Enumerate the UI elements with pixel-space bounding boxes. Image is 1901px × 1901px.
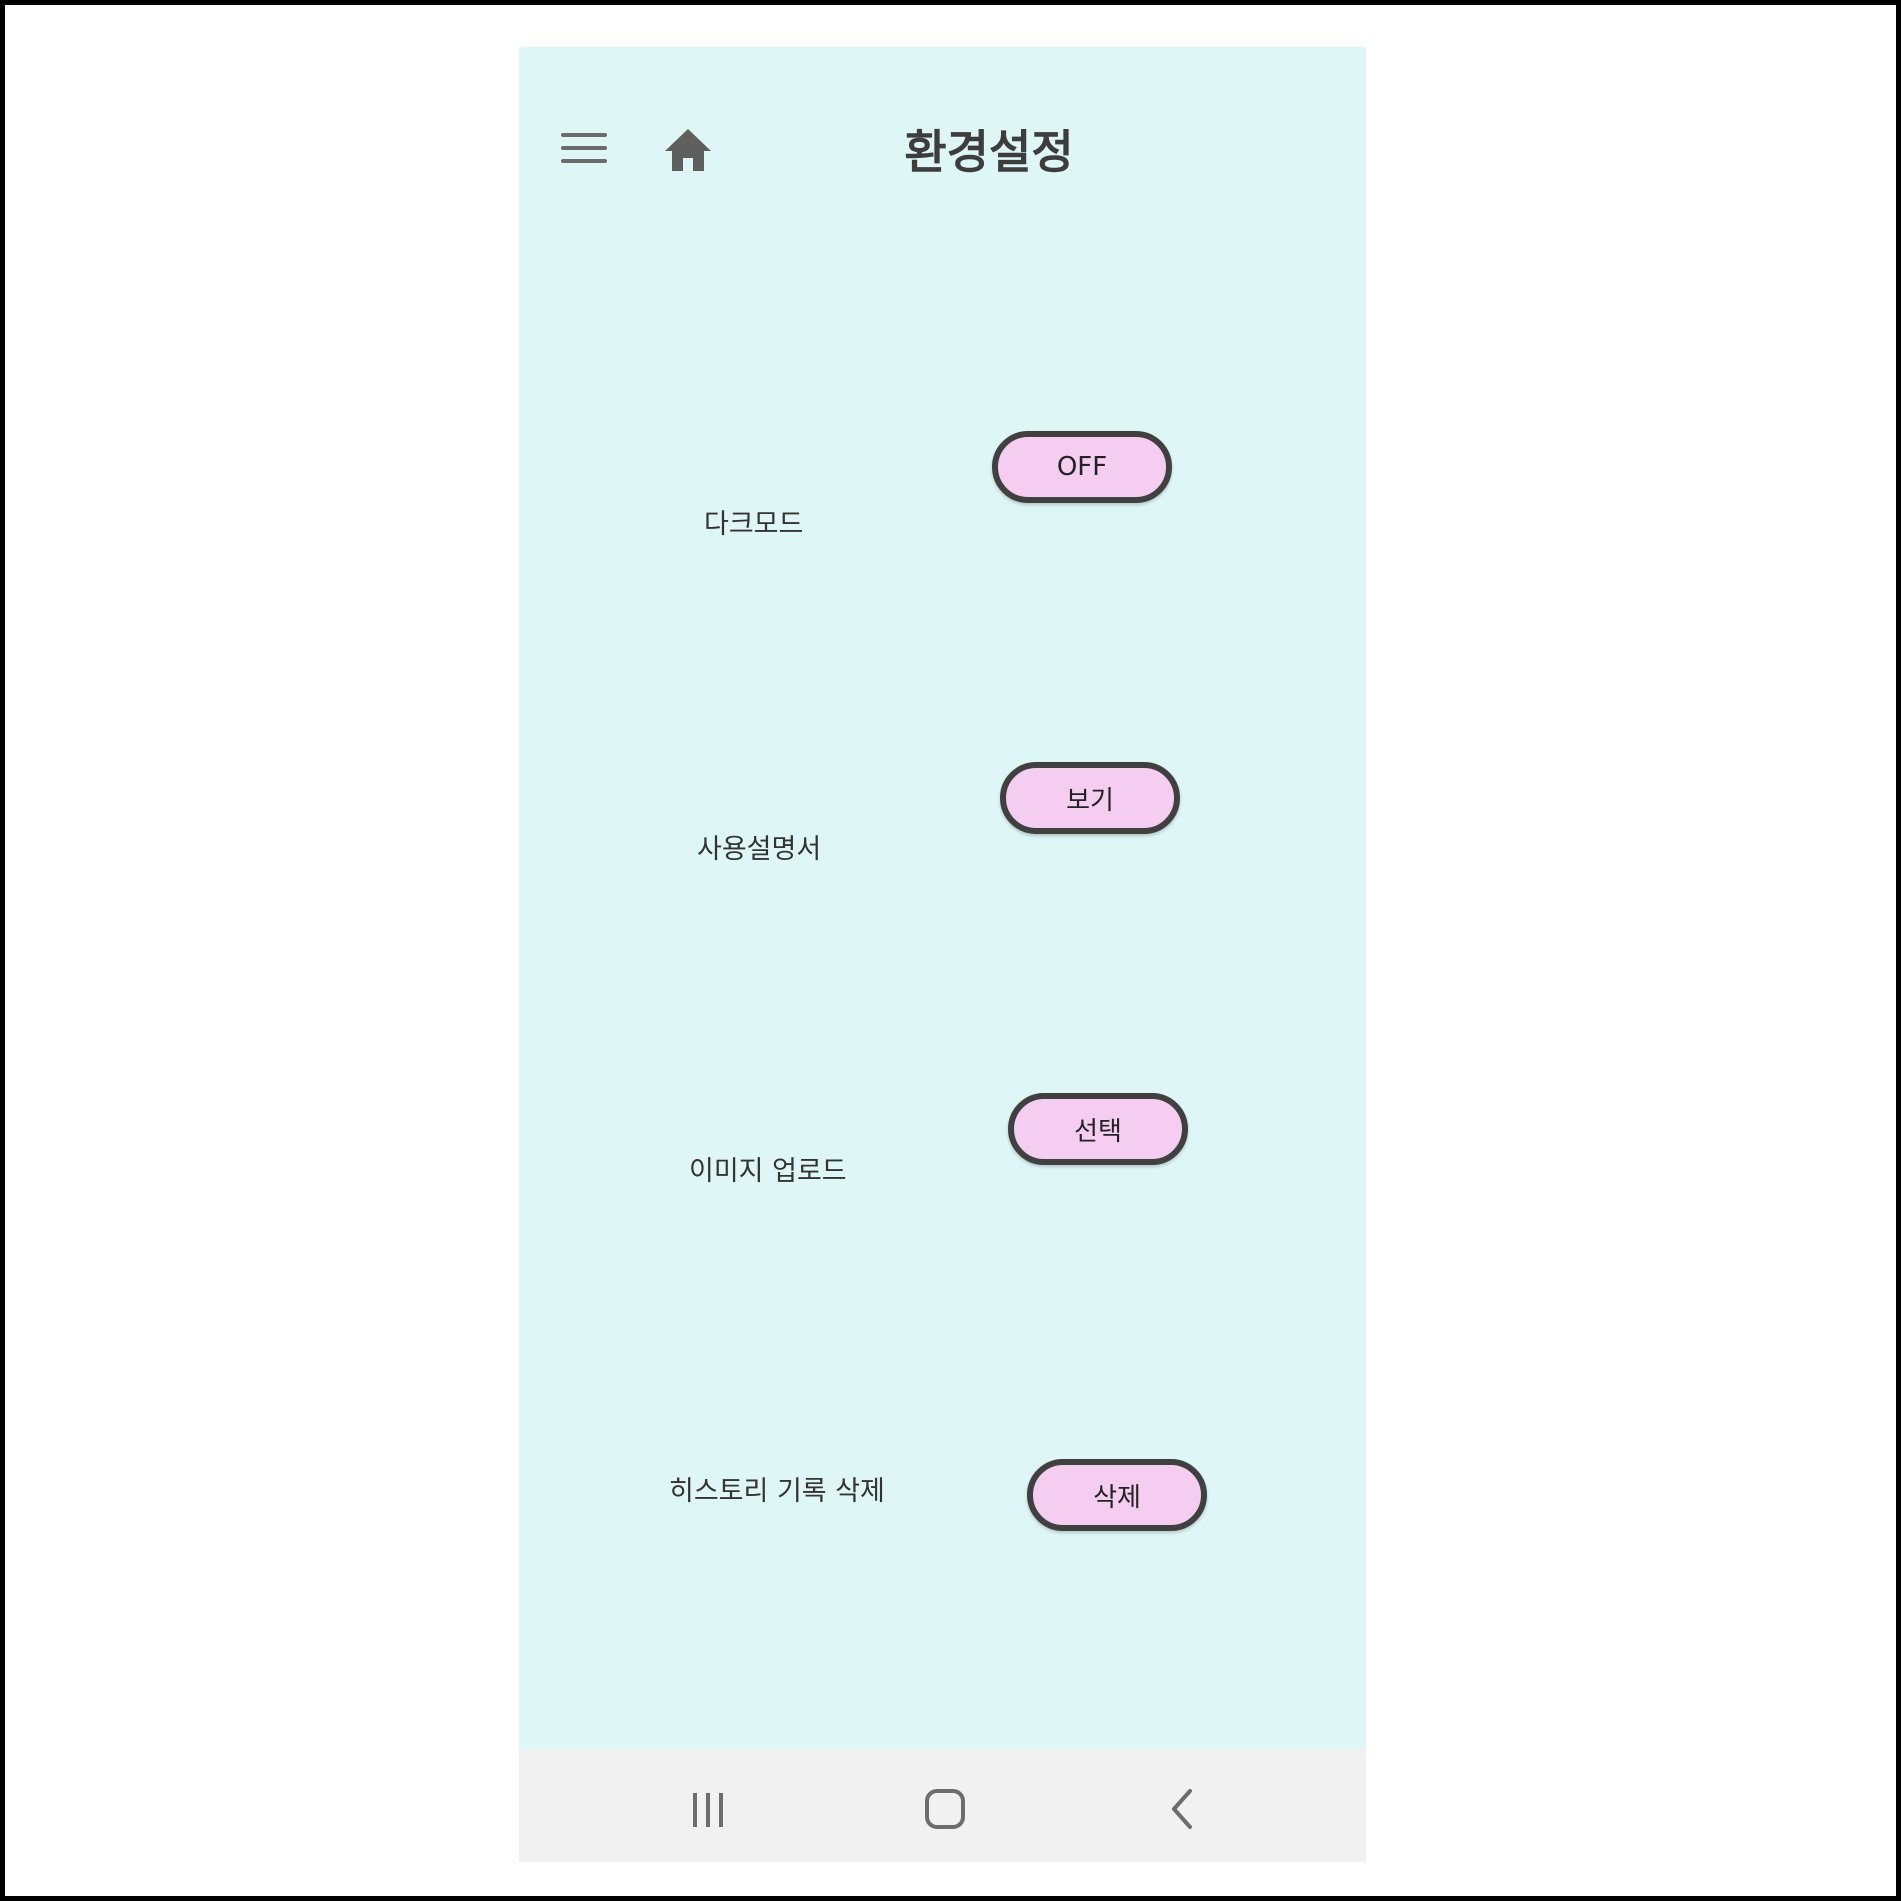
select-image-button[interactable]: 선택 (1008, 1093, 1188, 1165)
view-manual-button[interactable]: 보기 (1000, 762, 1180, 834)
home-circle-icon[interactable] (915, 1779, 975, 1839)
hamburger-menu-icon[interactable] (561, 133, 607, 167)
back-chevron-icon[interactable] (1152, 1779, 1212, 1839)
user-manual-label: 사용설명서 (697, 834, 822, 865)
recents-icon[interactable] (678, 1779, 738, 1839)
dark-mode-toggle-button[interactable]: OFF (992, 431, 1172, 503)
settings-screen: 환경설정 다크모드 OFF 사용설명서 보기 이미지 업로드 선택 히스토리 기… (519, 47, 1366, 1862)
home-icon[interactable] (663, 127, 713, 173)
system-navigation-bar (519, 1749, 1366, 1862)
delete-history-button[interactable]: 삭제 (1027, 1459, 1207, 1531)
image-upload-label: 이미지 업로드 (689, 1156, 847, 1187)
screenshot-frame: 환경설정 다크모드 OFF 사용설명서 보기 이미지 업로드 선택 히스토리 기… (0, 0, 1901, 1901)
dark-mode-label: 다크모드 (704, 509, 804, 540)
delete-history-label: 히스토리 기록 삭제 (669, 1476, 885, 1507)
page-title: 환경설정 (904, 125, 1074, 179)
